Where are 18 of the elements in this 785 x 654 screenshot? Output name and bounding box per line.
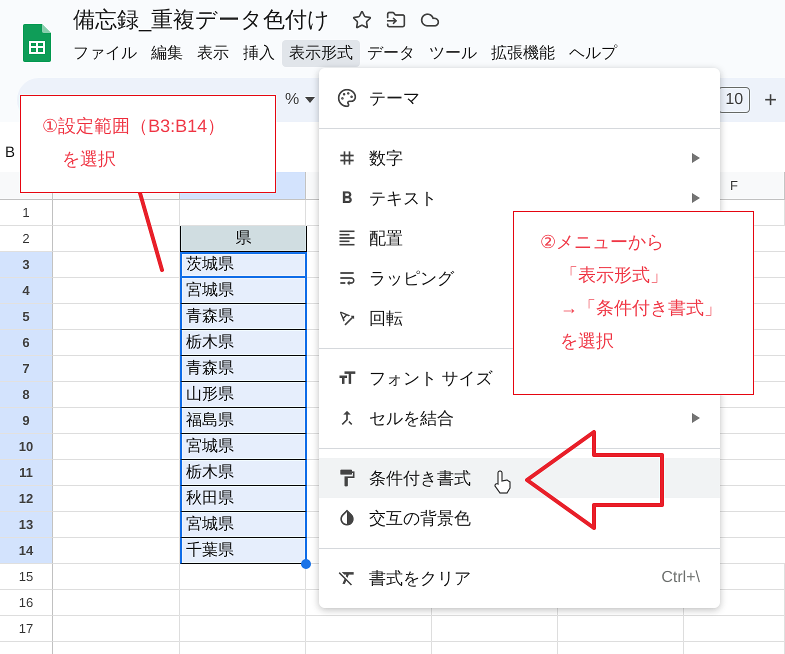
annotation-text: を選択	[560, 330, 615, 353]
annotation-text: ②メニューから	[540, 231, 666, 254]
table-cell: 栃木県	[180, 460, 307, 486]
annotation-text: →「条件付き書式」	[560, 297, 723, 320]
annotation-text: を選択	[62, 148, 117, 171]
table-cell: 栃木県	[180, 330, 307, 356]
table-cell: 秋田県	[180, 486, 307, 512]
table-cell: 宮城県	[180, 434, 307, 460]
table-cell: 茨城県	[180, 252, 307, 278]
annotation-text: ①設定範囲（B3:B14）	[42, 115, 226, 138]
table-cell: 青森県	[180, 304, 307, 330]
column-title-cell: 県	[180, 226, 307, 252]
table-cell: 青森県	[180, 356, 307, 382]
table-cell: 山形県	[180, 382, 307, 408]
table-cell: 福島県	[180, 408, 307, 434]
table-cell: 宮城県	[180, 512, 307, 538]
annotation-text: 「表示形式」	[560, 264, 669, 287]
table-cell: 宮城県	[180, 278, 307, 304]
